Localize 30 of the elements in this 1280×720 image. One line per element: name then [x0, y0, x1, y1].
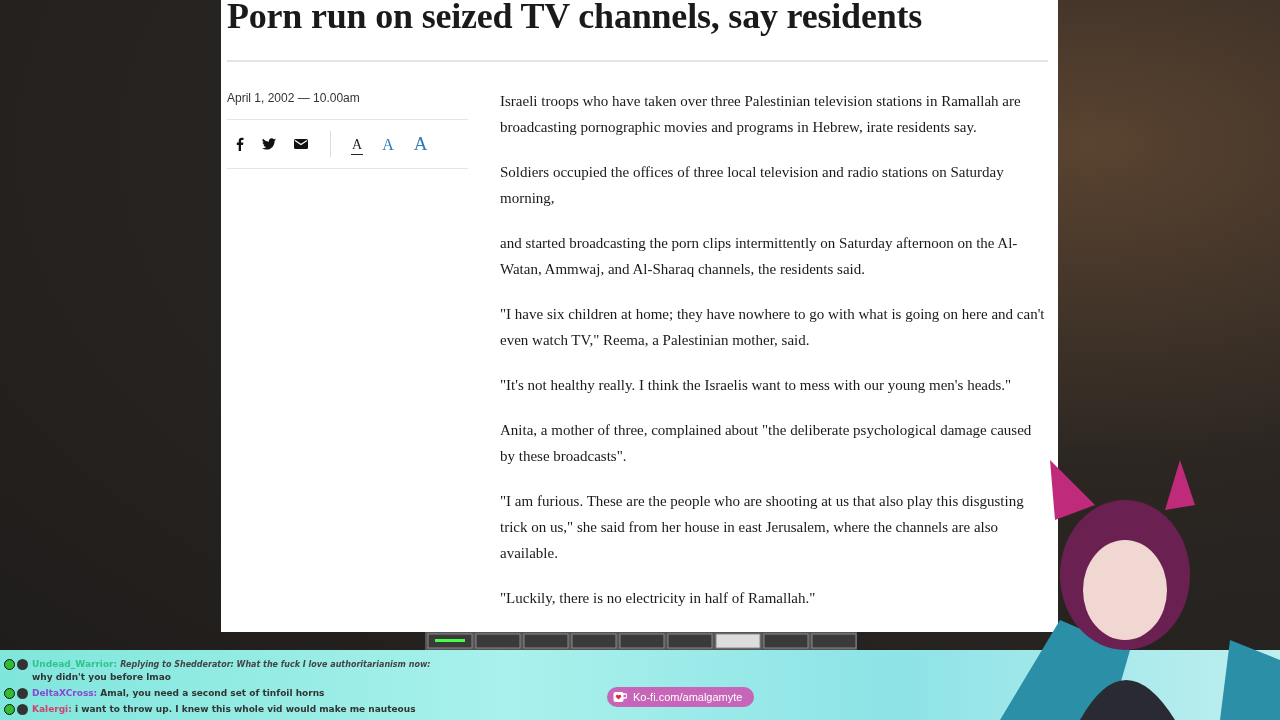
- article-paragraph: "It's not healthy really. I think the Israelis want to mess with our young men's heads.": [500, 376, 1013, 395]
- email-icon[interactable]: [294, 139, 308, 149]
- article-paragraph: and started broadcasting the porn clips intermittently on Saturday afternoon on the Al-Watan, Ammwaj, and Al-Sharaq channels, the residents said.: [500, 234, 1019, 279]
- twitter-icon[interactable]: [262, 138, 276, 150]
- article-paragraph: Soldiers occupied the offices of three local television and radio stations on Saturday morning,: [500, 163, 1005, 208]
- kofi-link[interactable]: Ko-fi.com/amalgamyte: [607, 687, 755, 707]
- article-paragraph: "Luckily, there is no electricity in half of Ramallah.": [500, 589, 817, 608]
- facebook-icon[interactable]: [235, 137, 244, 151]
- chat-message: why didn't you before lmao: [32, 672, 171, 682]
- user-avatar-icon: [17, 688, 28, 699]
- user-avatar-icon: [17, 704, 28, 715]
- article-date: April 1, 2002 — 10.00am: [227, 91, 360, 107]
- font-size-button[interactable]: A: [351, 137, 364, 155]
- user-avatar-icon: [17, 659, 28, 670]
- article-paragraph: "I am furious. These are the people who are shooting at us that also play this disgusting trick on us," she said from her house in east Jerusalem, where the channels are also available.: [500, 492, 1025, 563]
- article-paragraph: Anita, a mother of three, complained about "the deliberate psychological damage caused by these broadcasts".: [500, 421, 1033, 466]
- font-size-button[interactable]: A: [381, 136, 395, 155]
- article-title: Porn run on seized TV channels, say residents: [227, 0, 924, 38]
- chat-message: i want to throw up. I knew this whole vid would make me nauteous: [74, 704, 416, 714]
- chat-username[interactable]: Kalergi:: [32, 704, 72, 714]
- font-size-button[interactable]: A: [412, 133, 429, 155]
- article-paragraph: Israeli troops who have taken over three Palestinian television stations in Ramallah are broadcasting pornographic movies and programs in Hebrew, irate residents say.: [500, 92, 1022, 137]
- badge-icon: [4, 688, 15, 699]
- chat-message: Amal, you need a second set of tinfoil horns: [100, 688, 325, 698]
- chat-username[interactable]: DeltaXCross:: [32, 688, 98, 698]
- article-paragraph: "I have six children at home; they have nowhere to go with what is going on here and can't even watch TV," Reema, a Palestinian mother, said.: [500, 305, 1046, 350]
- badge-icon: [4, 659, 15, 670]
- cup-icon: [613, 691, 627, 703]
- badge-icon: [4, 704, 15, 715]
- reply-context: Replying to Shedderator: What the fuck I love authoritarianism now:: [120, 660, 431, 669]
